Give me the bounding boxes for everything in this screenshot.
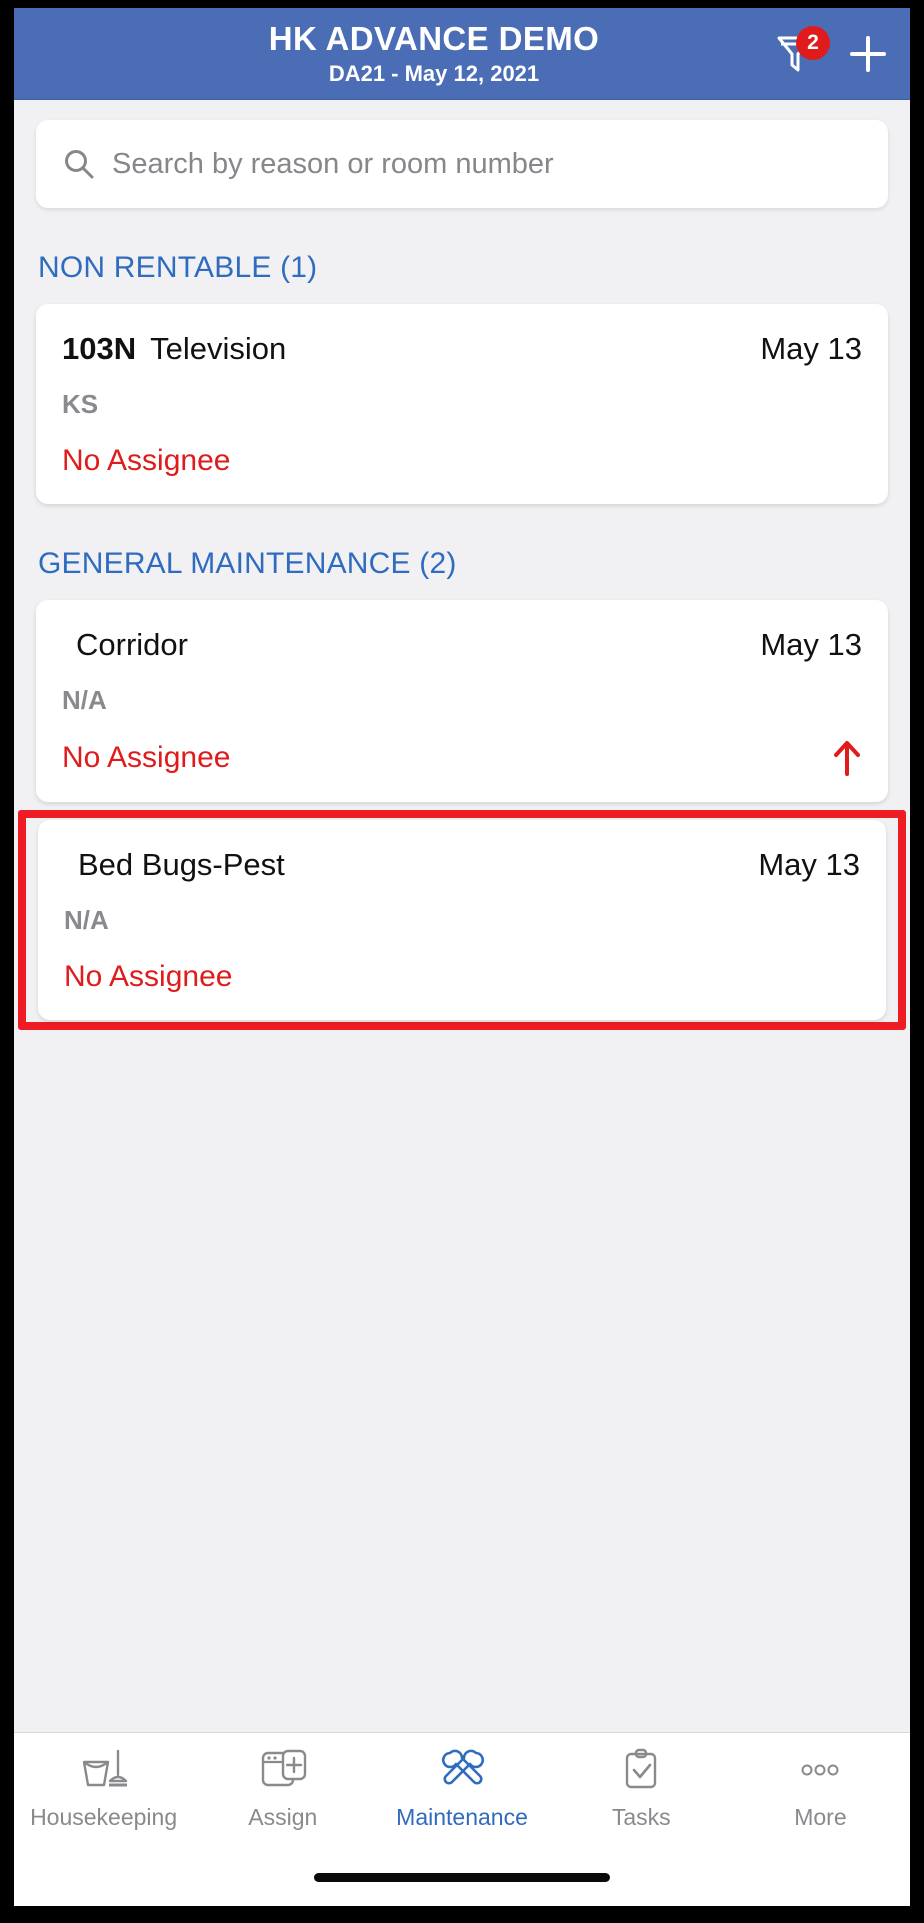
maintenance-card-103n[interactable]: 103N Television May 13 KS No Assignee (36, 304, 888, 504)
search-container: Search by reason or room number (14, 100, 910, 208)
assignee-status[interactable]: No Assignee (62, 442, 230, 480)
header-title-group: HK ADVANCE DEMO DA21 - May 12, 2021 (269, 19, 656, 89)
card-date: May 13 (758, 847, 860, 882)
card-reason: Corridor (76, 627, 188, 662)
assignee-status[interactable]: No Assignee (62, 739, 230, 777)
card-title-group: 103N Television (62, 330, 286, 368)
tab-label: Maintenance (396, 1804, 528, 1830)
tab-label: Housekeeping (30, 1804, 178, 1830)
tab-maintenance[interactable]: Maintenance (372, 1745, 551, 1831)
plus-icon (850, 36, 886, 72)
bucket-mop-icon (78, 1745, 130, 1795)
app-screen: HK ADVANCE DEMO DA21 - May 12, 2021 2 Se… (14, 8, 910, 1906)
tab-label: Assign (248, 1804, 318, 1830)
maintenance-card-bed-bugs-pest[interactable]: Bed Bugs-Pest May 13 N/A No Assignee (38, 820, 886, 1020)
list-item-wrapper: Corridor May 13 N/A No Assignee (14, 600, 910, 802)
card-bottom-row: No Assignee (62, 442, 862, 480)
ellipsis-icon (794, 1745, 846, 1795)
card-top-row: Bed Bugs-Pest May 13 (64, 846, 860, 884)
list-item-wrapper: Bed Bugs-Pest May 13 N/A No Assignee (20, 820, 904, 1020)
list-item-wrapper: 103N Television May 13 KS No Assignee (14, 304, 910, 504)
tab-tasks[interactable]: Tasks (552, 1745, 731, 1831)
assign-card-plus-icon (257, 1745, 309, 1795)
home-indicator[interactable] (314, 1872, 610, 1882)
card-reason: Bed Bugs-Pest (78, 847, 285, 882)
card-bottom-row: No Assignee (62, 738, 862, 778)
card-top-row: 103N Television May 13 (62, 330, 862, 368)
card-bottom-row: No Assignee (64, 958, 860, 996)
card-subtext: N/A (64, 905, 109, 935)
annotation-highlight-box: Bed Bugs-Pest May 13 N/A No Assignee (14, 810, 910, 1030)
section-header-non-rentable: NON RENTABLE (1) (38, 251, 318, 284)
app-header: HK ADVANCE DEMO DA21 - May 12, 2021 2 (14, 8, 910, 100)
page-title: HK ADVANCE DEMO (268, 19, 600, 57)
tab-label: More (794, 1804, 847, 1830)
search-icon (62, 147, 96, 181)
room-number: 103N (62, 331, 137, 366)
search-input[interactable]: Search by reason or room number (36, 120, 888, 208)
card-top-row: Corridor May 13 (62, 626, 862, 664)
filter-count-badge: 2 (796, 26, 830, 60)
card-title-group: Corridor (62, 626, 188, 664)
card-date: May 13 (760, 331, 862, 366)
home-indicator-area (14, 1848, 910, 1906)
assignee-status[interactable]: No Assignee (64, 958, 232, 996)
device-frame: HK ADVANCE DEMO DA21 - May 12, 2021 2 Se… (0, 0, 924, 1923)
card-reason: Television (150, 331, 287, 366)
wrench-hammer-icon (436, 1745, 488, 1795)
search-placeholder: Search by reason or room number (112, 148, 554, 180)
tab-label: Tasks (611, 1804, 671, 1830)
tab-housekeeping[interactable]: Housekeeping (14, 1745, 193, 1831)
header-actions: 2 (772, 8, 894, 100)
page-subtitle: DA21 - May 12, 2021 (328, 60, 540, 86)
tab-assign[interactable]: Assign (193, 1745, 372, 1831)
section-header-general-maintenance: GENERAL MAINTENANCE (2) (38, 547, 457, 580)
card-title-group: Bed Bugs-Pest (64, 846, 285, 884)
clipboard-check-icon (615, 1745, 667, 1795)
maintenance-card-corridor[interactable]: Corridor May 13 N/A No Assignee (36, 600, 888, 802)
priority-high-indicator (832, 738, 862, 778)
filter-button[interactable]: 2 (772, 26, 830, 80)
content-scroll-area[interactable]: Search by reason or room number NON RENT… (14, 100, 910, 1732)
arrow-up-icon (834, 741, 860, 776)
card-subtext: N/A (62, 685, 107, 715)
card-date: May 13 (760, 627, 862, 662)
bottom-navigation: Housekeeping Assign Maintenance Tasks Mo… (14, 1732, 910, 1848)
card-subtext: KS (62, 389, 99, 419)
tab-more[interactable]: More (731, 1745, 910, 1831)
add-button[interactable] (842, 28, 894, 80)
